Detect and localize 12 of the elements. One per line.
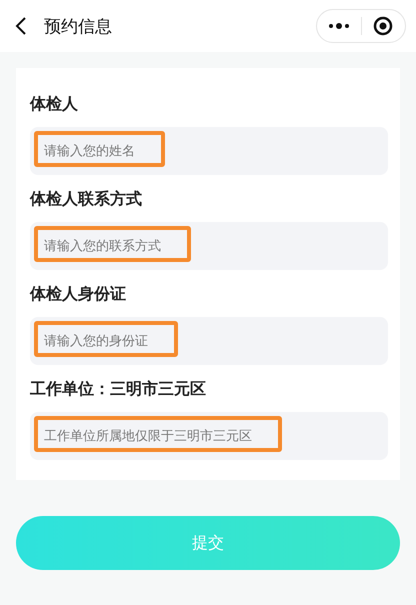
field-label: 体检人联系方式 bbox=[30, 189, 143, 210]
field-label: 体检人身份证 bbox=[30, 284, 127, 305]
input-field[interactable]: 请输入您的联系方式 bbox=[30, 222, 388, 270]
more-icon[interactable] bbox=[328, 22, 350, 30]
input-field[interactable]: 请输入您的姓名 bbox=[30, 127, 388, 175]
input-field[interactable]: 请输入您的身份证 bbox=[30, 317, 388, 365]
page-title: 预约信息 bbox=[44, 16, 113, 38]
close-icon[interactable] bbox=[373, 16, 394, 36]
back-icon[interactable] bbox=[14, 16, 28, 36]
field-label: 体检人 bbox=[30, 94, 79, 115]
field-label: 工作单位：三明市三元区 bbox=[30, 379, 207, 400]
submit-button[interactable]: 提交 bbox=[16, 516, 400, 570]
